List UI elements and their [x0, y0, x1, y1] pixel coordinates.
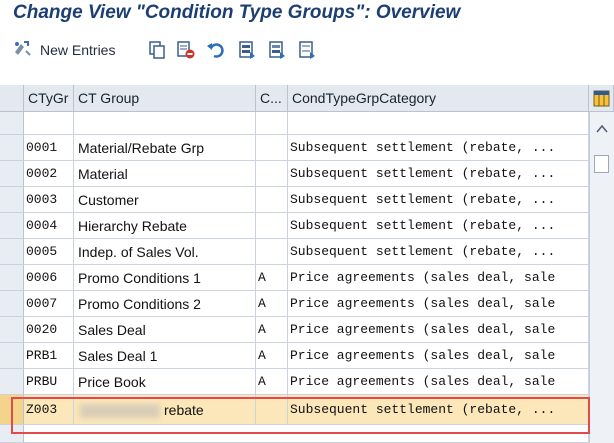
table-cell	[288, 112, 589, 135]
row-selector[interactable]	[0, 135, 24, 161]
ct-group-cell[interactable]: Indep. of Sales Vol.	[74, 239, 256, 265]
c-cell[interactable]: A	[256, 265, 288, 291]
new-entries-label: New Entries	[40, 42, 116, 58]
ctygr-cell[interactable]: PRB1	[24, 343, 74, 369]
c-cell[interactable]: A	[256, 369, 288, 395]
undo-icon[interactable]	[206, 39, 226, 61]
table-cell	[256, 112, 288, 135]
ct-group-cell[interactable]: Sales Deal	[74, 317, 256, 343]
ct-group-cell[interactable]: Material	[74, 161, 256, 187]
row-selector[interactable]	[0, 369, 24, 395]
row-selector[interactable]	[0, 265, 24, 291]
deselect-all-icon[interactable]	[298, 39, 316, 61]
row-selector[interactable]	[0, 343, 24, 369]
column-header-category[interactable]: CondTypeGrpCategory	[288, 85, 589, 112]
table-settings-icon	[593, 89, 610, 111]
row-selector[interactable]	[0, 187, 24, 213]
column-header-ctygr[interactable]: CTyGr	[24, 85, 74, 112]
ct-group-cell[interactable]: Promo Conditions 1	[74, 265, 256, 291]
category-cell[interactable]: Price agreements (sales deal, sale	[288, 265, 589, 291]
category-cell[interactable]: Price agreements (sales deal, sale	[288, 317, 589, 343]
ctygr-cell[interactable]: 0002	[24, 161, 74, 187]
ctygr-cell[interactable]: 0006	[24, 265, 74, 291]
c-cell[interactable]	[256, 161, 288, 187]
ct-group-cell[interactable]: Promo Conditions 2	[74, 291, 256, 317]
ct-group-cell[interactable]: Hierarchy Rebate	[74, 213, 256, 239]
ctygr-cell[interactable]: 0003	[24, 187, 74, 213]
ctygr-cell[interactable]: 0004	[24, 213, 74, 239]
ctygr-cell[interactable]: 0001	[24, 135, 74, 161]
c-cell[interactable]	[256, 239, 288, 265]
table-cell	[74, 112, 256, 135]
ct-group-text: rebate	[164, 402, 204, 418]
c-cell[interactable]: A	[256, 291, 288, 317]
ct-group-cell[interactable]: Material/Rebate Grp	[74, 135, 256, 161]
c-cell[interactable]	[256, 187, 288, 213]
redacted-text	[80, 404, 160, 419]
ctygr-cell[interactable]: 0005	[24, 239, 74, 265]
category-cell[interactable]: Subsequent settlement (rebate, ...	[288, 135, 589, 161]
scroll-up-arrow-icon[interactable]	[596, 120, 608, 138]
ctygr-cell[interactable]: 0007	[24, 291, 74, 317]
row-selector[interactable]	[0, 317, 24, 343]
scrollbar-thumb[interactable]	[594, 155, 609, 173]
table-cell	[24, 425, 589, 443]
ct-group-cell[interactable]: Sales Deal 1	[74, 343, 256, 369]
ct-group-cell[interactable]: Price Book	[74, 369, 256, 395]
table-control: CTyGr CT Group C... CondTypeGrpCategory …	[0, 85, 614, 443]
c-cell[interactable]	[256, 135, 288, 161]
select-all-rows-corner[interactable]	[0, 85, 24, 112]
row-selector[interactable]	[0, 291, 24, 317]
category-cell[interactable]: Price agreements (sales deal, sale	[288, 343, 589, 369]
select-block-icon[interactable]	[268, 39, 286, 61]
select-all-icon[interactable]	[238, 39, 256, 61]
table-cell	[24, 112, 74, 135]
column-header-ct-group[interactable]: CT Group	[74, 85, 256, 112]
category-cell[interactable]: Price agreements (sales deal, sale	[288, 369, 589, 395]
page-title: Change View "Condition Type Groups": Ove…	[13, 2, 461, 23]
category-cell[interactable]: Subsequent settlement (rebate, ...	[288, 161, 589, 187]
c-cell[interactable]	[256, 213, 288, 239]
new-entries-button[interactable]: New Entries	[12, 39, 115, 61]
row-selector[interactable]	[0, 425, 24, 443]
ct-group-cell[interactable]: Customer	[74, 187, 256, 213]
ctygr-cell[interactable]: 0020	[24, 317, 74, 343]
vertical-scrollbar[interactable]	[589, 112, 614, 443]
column-header-c[interactable]: C...	[256, 85, 288, 112]
row-selector[interactable]	[0, 213, 24, 239]
delete-icon[interactable]	[176, 39, 196, 61]
category-cell[interactable]: Subsequent settlement (rebate, ...	[288, 395, 589, 425]
c-cell[interactable]	[256, 395, 288, 425]
ctygr-cell[interactable]: Z003	[24, 395, 74, 425]
copy-icon[interactable]	[148, 39, 166, 61]
c-cell[interactable]: A	[256, 317, 288, 343]
ct-group-cell[interactable]: rebate	[74, 395, 256, 425]
category-cell[interactable]: Subsequent settlement (rebate, ...	[288, 187, 589, 213]
row-selector[interactable]	[0, 239, 24, 265]
application-toolbar: New Entries	[0, 36, 614, 64]
row-selector[interactable]	[0, 112, 24, 135]
column-settings-button[interactable]	[589, 85, 614, 112]
display-change-icon	[12, 39, 34, 62]
category-cell[interactable]: Price agreements (sales deal, sale	[288, 291, 589, 317]
row-selector[interactable]	[0, 161, 24, 187]
ctygr-cell[interactable]: PRBU	[24, 369, 74, 395]
c-cell[interactable]: A	[256, 343, 288, 369]
category-cell[interactable]: Subsequent settlement (rebate, ...	[288, 239, 589, 265]
row-selector[interactable]	[0, 395, 24, 425]
category-cell[interactable]: Subsequent settlement (rebate, ...	[288, 213, 589, 239]
title-bar: Change View "Condition Type Groups": Ove…	[0, 0, 614, 30]
